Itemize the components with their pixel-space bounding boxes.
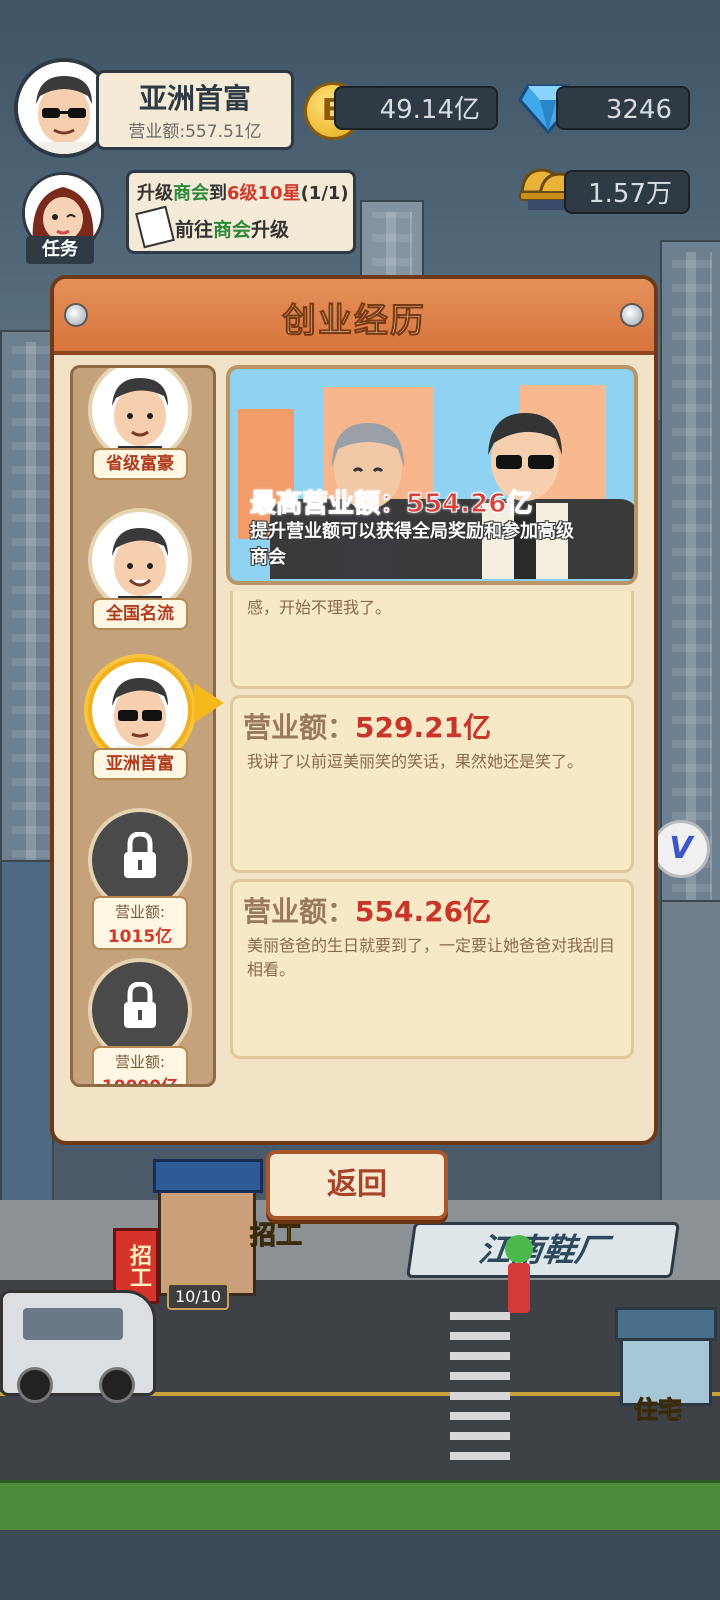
portrait-icon (112, 528, 168, 608)
clipboard-icon (135, 205, 175, 249)
building (660, 900, 720, 1204)
banner-headline: 最高营业额：554.26亿 (249, 489, 533, 520)
level-item-current[interactable]: 亚洲首富 (88, 658, 192, 780)
modal-header: 创业经历 (54, 279, 654, 355)
recruit-sign: 招工 (249, 1221, 303, 1252)
selection-arrow-icon (194, 683, 224, 723)
amount-value: 554.26亿 (355, 895, 492, 928)
character-head (505, 1235, 533, 1263)
quest-text: 升级 (251, 219, 290, 241)
level-label: 全国名流 (92, 598, 188, 630)
walking-character[interactable] (505, 1235, 535, 1315)
level-label: 亚洲首富 (92, 748, 188, 780)
unlock-requirement: 营业额: 1015亿 (92, 896, 188, 950)
quest-panel[interactable]: 升级商会到6级10星(1/1) 前往商会升级 (126, 170, 356, 254)
level-item[interactable]: 全国名流 (88, 508, 192, 630)
story-card: 我在美丽的面前又展现出暴发户的身份，美丽很反感，开始不理我了。 (230, 591, 634, 689)
story-description: 我讲了以前逗美丽笑的笑话，果然她还是笑了。 (247, 752, 584, 771)
unlock-value: 10000亿 (101, 1077, 179, 1087)
modal-title: 创业经历 (282, 301, 426, 342)
wheel (17, 1367, 53, 1403)
amount-value: 529.21亿 (355, 711, 492, 744)
unlock-label: 营业额: (114, 1053, 166, 1071)
quest-target: 6级10星 (227, 183, 301, 204)
back-button[interactable]: 返回 (266, 1150, 448, 1220)
level-detail: 最高营业额：554.26亿 提升营业额可以获得全局奖励和参加高级商会 我在美丽的… (226, 365, 638, 1081)
level-item[interactable]: 省级富豪 (88, 368, 192, 480)
level-portrait (88, 508, 192, 612)
story-description: 美丽爸爸的生日就要到了，一定要让她爸爸对我刮目相看。 (247, 936, 616, 979)
crosswalk (450, 1300, 510, 1460)
portrait-icon (112, 678, 168, 758)
quest-badge[interactable]: 任务 (26, 236, 94, 264)
wheel (99, 1367, 135, 1403)
unlock-label: 营业额: (114, 903, 166, 921)
quest-action[interactable]: 前往商会升级 (175, 215, 289, 242)
story-list[interactable]: 我在美丽的面前又展现出暴发户的身份，美丽很反感，开始不理我了。 营业额：529.… (226, 591, 638, 1081)
rivet-icon (620, 303, 644, 327)
hedge (0, 1480, 720, 1533)
banner-subtext: 提升营业额可以获得全局奖励和参加高级商会 (250, 521, 574, 568)
shop-sign[interactable]: 江南鞋厂 (406, 1222, 680, 1278)
lock-icon (124, 982, 156, 1028)
quest-objective: 升级商会到6级10星(1/1) (137, 179, 349, 205)
level-banner: 最高营业额：554.26亿 提升营业额可以获得全局奖励和参加高级商会 (226, 365, 638, 585)
quest-highlight: 商会 (173, 183, 209, 204)
quest-highlight: 商会 (213, 219, 252, 241)
bottom-ground (0, 1530, 720, 1600)
portrait-icon (112, 378, 168, 458)
van[interactable] (0, 1290, 156, 1403)
story-amount: 营业额：554.26亿 (243, 890, 491, 930)
unlock-value: 1015亿 (107, 927, 173, 947)
gem-balance[interactable]: 3246 (556, 86, 690, 130)
level-list[interactable]: 省级富豪 全国名流 亚洲首富 营业额: 1015亿 营业额: 10000亿 (70, 365, 216, 1087)
story-card: 营业额：529.21亿 我讲了以前逗美丽笑的笑话，果然她还是笑了。 (230, 695, 634, 873)
recruit-stall[interactable] (153, 1159, 263, 1296)
building (0, 860, 54, 1204)
worker-balance[interactable]: 1.57万 (564, 170, 690, 214)
unlock-requirement: 营业额: 10000亿 (92, 1046, 188, 1087)
lock-icon (124, 832, 156, 878)
quest-text: 到 (209, 183, 227, 204)
amount-label: 营业额： (243, 895, 356, 928)
residence-label[interactable]: 住宅 (634, 1390, 683, 1425)
player-name-plate[interactable]: 亚洲首富 营业额:557.51亿 (96, 70, 294, 150)
player-revenue: 营业额:557.51亿 (128, 122, 262, 142)
story-card: 营业额：554.26亿 美丽爸爸的生日就要到了，一定要让她爸爸对我刮目相看。 (230, 879, 634, 1059)
worker-count: 10/10 (167, 1283, 230, 1310)
player-title: 亚洲首富 (138, 82, 251, 115)
story-amount: 营业额：529.21亿 (243, 706, 491, 746)
level-label: 省级富豪 (92, 448, 188, 480)
floating-v-button[interactable]: V (652, 820, 710, 878)
story-description: 我在美丽的面前又展现出暴发户的身份，美丽很反感，开始不理我了。 (247, 591, 599, 617)
amount-label: 营业额： (243, 711, 356, 744)
coin-balance[interactable]: 49.14亿 (334, 86, 498, 130)
level-item-locked[interactable]: 营业额: 1015亿 (88, 808, 192, 950)
level-item-locked[interactable]: 营业额: 10000亿 (88, 958, 192, 1087)
quest-text: 升级 (137, 183, 173, 204)
quest-text: 前往 (175, 219, 214, 241)
career-history-modal: 创业经历 省级富豪 全国名流 亚洲首富 营业额: 1015亿 营业额: 1000… (50, 275, 658, 1145)
level-portrait (88, 658, 192, 762)
quest-progress: (1/1) (300, 183, 349, 204)
character-body (508, 1263, 530, 1313)
